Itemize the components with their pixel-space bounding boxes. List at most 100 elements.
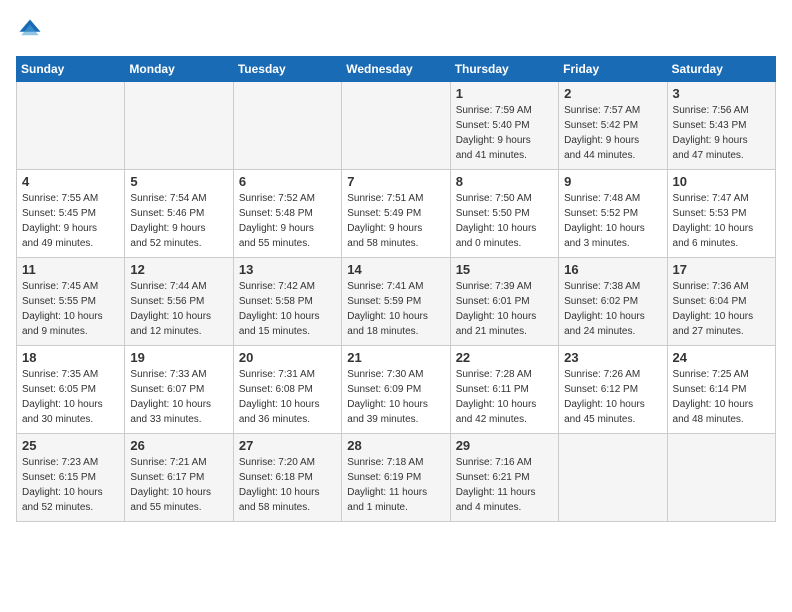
day-info: Sunrise: 7:33 AM Sunset: 6:07 PM Dayligh… <box>130 367 227 427</box>
day-number: 3 <box>673 86 770 101</box>
day-info: Sunrise: 7:57 AM Sunset: 5:42 PM Dayligh… <box>564 103 661 163</box>
day-number: 28 <box>347 438 444 453</box>
day-info: Sunrise: 7:50 AM Sunset: 5:50 PM Dayligh… <box>456 191 553 251</box>
calendar-cell: 27 Sunrise: 7:20 AM Sunset: 6:18 PM Dayli… <box>233 434 341 522</box>
day-info: Sunrise: 7:30 AM Sunset: 6:09 PM Dayligh… <box>347 367 444 427</box>
calendar-cell: 19 Sunrise: 7:33 AM Sunset: 6:07 PM Dayli… <box>125 346 233 434</box>
calendar-table: Sunday Monday Tuesday Wednesday Thursday… <box>16 56 776 522</box>
day-info: Sunrise: 7:47 AM Sunset: 5:53 PM Dayligh… <box>673 191 770 251</box>
calendar-cell: 20 Sunrise: 7:31 AM Sunset: 6:08 PM Dayli… <box>233 346 341 434</box>
calendar-cell: 2 Sunrise: 7:57 AM Sunset: 5:42 PM Daylig… <box>559 82 667 170</box>
calendar-cell: 16 Sunrise: 7:38 AM Sunset: 6:02 PM Dayli… <box>559 258 667 346</box>
day-info: Sunrise: 7:39 AM Sunset: 6:01 PM Dayligh… <box>456 279 553 339</box>
day-number: 24 <box>673 350 770 365</box>
calendar-cell: 8 Sunrise: 7:50 AM Sunset: 5:50 PM Daylig… <box>450 170 558 258</box>
day-info: Sunrise: 7:31 AM Sunset: 6:08 PM Dayligh… <box>239 367 336 427</box>
day-info: Sunrise: 7:26 AM Sunset: 6:12 PM Dayligh… <box>564 367 661 427</box>
calendar-cell: 10 Sunrise: 7:47 AM Sunset: 5:53 PM Dayli… <box>667 170 775 258</box>
day-info: Sunrise: 7:16 AM Sunset: 6:21 PM Dayligh… <box>456 455 553 515</box>
day-info: Sunrise: 7:28 AM Sunset: 6:11 PM Dayligh… <box>456 367 553 427</box>
day-number: 18 <box>22 350 119 365</box>
day-info: Sunrise: 7:23 AM Sunset: 6:15 PM Dayligh… <box>22 455 119 515</box>
day-number: 5 <box>130 174 227 189</box>
calendar-cell: 13 Sunrise: 7:42 AM Sunset: 5:58 PM Dayli… <box>233 258 341 346</box>
calendar-header: Sunday Monday Tuesday Wednesday Thursday… <box>17 57 776 82</box>
day-info: Sunrise: 7:35 AM Sunset: 6:05 PM Dayligh… <box>22 367 119 427</box>
day-info: Sunrise: 7:52 AM Sunset: 5:48 PM Dayligh… <box>239 191 336 251</box>
day-info: Sunrise: 7:45 AM Sunset: 5:55 PM Dayligh… <box>22 279 119 339</box>
calendar-body: 1Sunrise: 7:59 AM Sunset: 5:40 PM Daylig… <box>17 82 776 522</box>
col-monday: Monday <box>125 57 233 82</box>
week-row-0: 1Sunrise: 7:59 AM Sunset: 5:40 PM Daylig… <box>17 82 776 170</box>
day-number: 9 <box>564 174 661 189</box>
calendar-cell: 9 Sunrise: 7:48 AM Sunset: 5:52 PM Daylig… <box>559 170 667 258</box>
day-info: Sunrise: 7:48 AM Sunset: 5:52 PM Dayligh… <box>564 191 661 251</box>
day-number: 10 <box>673 174 770 189</box>
day-number: 21 <box>347 350 444 365</box>
day-number: 29 <box>456 438 553 453</box>
day-number: 8 <box>456 174 553 189</box>
calendar-cell: 11 Sunrise: 7:45 AM Sunset: 5:55 PM Dayli… <box>17 258 125 346</box>
calendar-cell: 4 Sunrise: 7:55 AM Sunset: 5:45 PM Daylig… <box>17 170 125 258</box>
calendar-cell: 6 Sunrise: 7:52 AM Sunset: 5:48 PM Daylig… <box>233 170 341 258</box>
day-number: 4 <box>22 174 119 189</box>
calendar-cell: 1Sunrise: 7:59 AM Sunset: 5:40 PM Daylig… <box>450 82 558 170</box>
day-info: Sunrise: 7:20 AM Sunset: 6:18 PM Dayligh… <box>239 455 336 515</box>
calendar-cell: 3 Sunrise: 7:56 AM Sunset: 5:43 PM Daylig… <box>667 82 775 170</box>
day-info: Sunrise: 7:54 AM Sunset: 5:46 PM Dayligh… <box>130 191 227 251</box>
day-number: 23 <box>564 350 661 365</box>
header-row: Sunday Monday Tuesday Wednesday Thursday… <box>17 57 776 82</box>
day-info: Sunrise: 7:56 AM Sunset: 5:43 PM Dayligh… <box>673 103 770 163</box>
calendar-cell: 7 Sunrise: 7:51 AM Sunset: 5:49 PM Daylig… <box>342 170 450 258</box>
day-info: Sunrise: 7:44 AM Sunset: 5:56 PM Dayligh… <box>130 279 227 339</box>
calendar-cell <box>667 434 775 522</box>
day-info: Sunrise: 7:38 AM Sunset: 6:02 PM Dayligh… <box>564 279 661 339</box>
day-number: 25 <box>22 438 119 453</box>
logo-icon <box>16 16 44 44</box>
day-number: 2 <box>564 86 661 101</box>
day-number: 7 <box>347 174 444 189</box>
day-number: 17 <box>673 262 770 277</box>
calendar-cell: 22 Sunrise: 7:28 AM Sunset: 6:11 PM Dayli… <box>450 346 558 434</box>
day-number: 19 <box>130 350 227 365</box>
calendar-cell <box>17 82 125 170</box>
page-header <box>16 16 776 44</box>
day-info: Sunrise: 7:55 AM Sunset: 5:45 PM Dayligh… <box>22 191 119 251</box>
calendar-cell: 5 Sunrise: 7:54 AM Sunset: 5:46 PM Daylig… <box>125 170 233 258</box>
col-thursday: Thursday <box>450 57 558 82</box>
calendar-cell: 14Sunrise: 7:41 AM Sunset: 5:59 PM Dayli… <box>342 258 450 346</box>
day-number: 20 <box>239 350 336 365</box>
day-number: 13 <box>239 262 336 277</box>
day-info: Sunrise: 7:36 AM Sunset: 6:04 PM Dayligh… <box>673 279 770 339</box>
col-friday: Friday <box>559 57 667 82</box>
week-row-2: 11 Sunrise: 7:45 AM Sunset: 5:55 PM Dayli… <box>17 258 776 346</box>
day-number: 1 <box>456 86 553 101</box>
calendar-cell <box>233 82 341 170</box>
day-number: 12 <box>130 262 227 277</box>
day-info: Sunrise: 7:18 AM Sunset: 6:19 PM Dayligh… <box>347 455 444 515</box>
calendar-cell: 29 Sunrise: 7:16 AM Sunset: 6:21 PM Dayli… <box>450 434 558 522</box>
week-row-1: 4 Sunrise: 7:55 AM Sunset: 5:45 PM Daylig… <box>17 170 776 258</box>
calendar-cell: 26 Sunrise: 7:21 AM Sunset: 6:17 PM Dayli… <box>125 434 233 522</box>
day-number: 16 <box>564 262 661 277</box>
calendar-cell: 21 Sunrise: 7:30 AM Sunset: 6:09 PM Dayli… <box>342 346 450 434</box>
day-info: Sunrise: 7:21 AM Sunset: 6:17 PM Dayligh… <box>130 455 227 515</box>
day-info: Sunrise: 7:41 AM Sunset: 5:59 PM Dayligh… <box>347 279 444 339</box>
col-saturday: Saturday <box>667 57 775 82</box>
day-number: 26 <box>130 438 227 453</box>
week-row-3: 18 Sunrise: 7:35 AM Sunset: 6:05 PM Dayli… <box>17 346 776 434</box>
calendar-cell <box>342 82 450 170</box>
day-info: Sunrise: 7:51 AM Sunset: 5:49 PM Dayligh… <box>347 191 444 251</box>
calendar-cell: 28 Sunrise: 7:18 AM Sunset: 6:19 PM Dayli… <box>342 434 450 522</box>
calendar-cell: 24Sunrise: 7:25 AM Sunset: 6:14 PM Dayli… <box>667 346 775 434</box>
col-sunday: Sunday <box>17 57 125 82</box>
day-number: 11 <box>22 262 119 277</box>
day-number: 27 <box>239 438 336 453</box>
day-number: 22 <box>456 350 553 365</box>
calendar-cell: 17 Sunrise: 7:36 AM Sunset: 6:04 PM Dayli… <box>667 258 775 346</box>
day-info: Sunrise: 7:42 AM Sunset: 5:58 PM Dayligh… <box>239 279 336 339</box>
day-number: 6 <box>239 174 336 189</box>
calendar-cell <box>559 434 667 522</box>
logo <box>16 16 48 44</box>
calendar-cell: 15Sunrise: 7:39 AM Sunset: 6:01 PM Dayli… <box>450 258 558 346</box>
